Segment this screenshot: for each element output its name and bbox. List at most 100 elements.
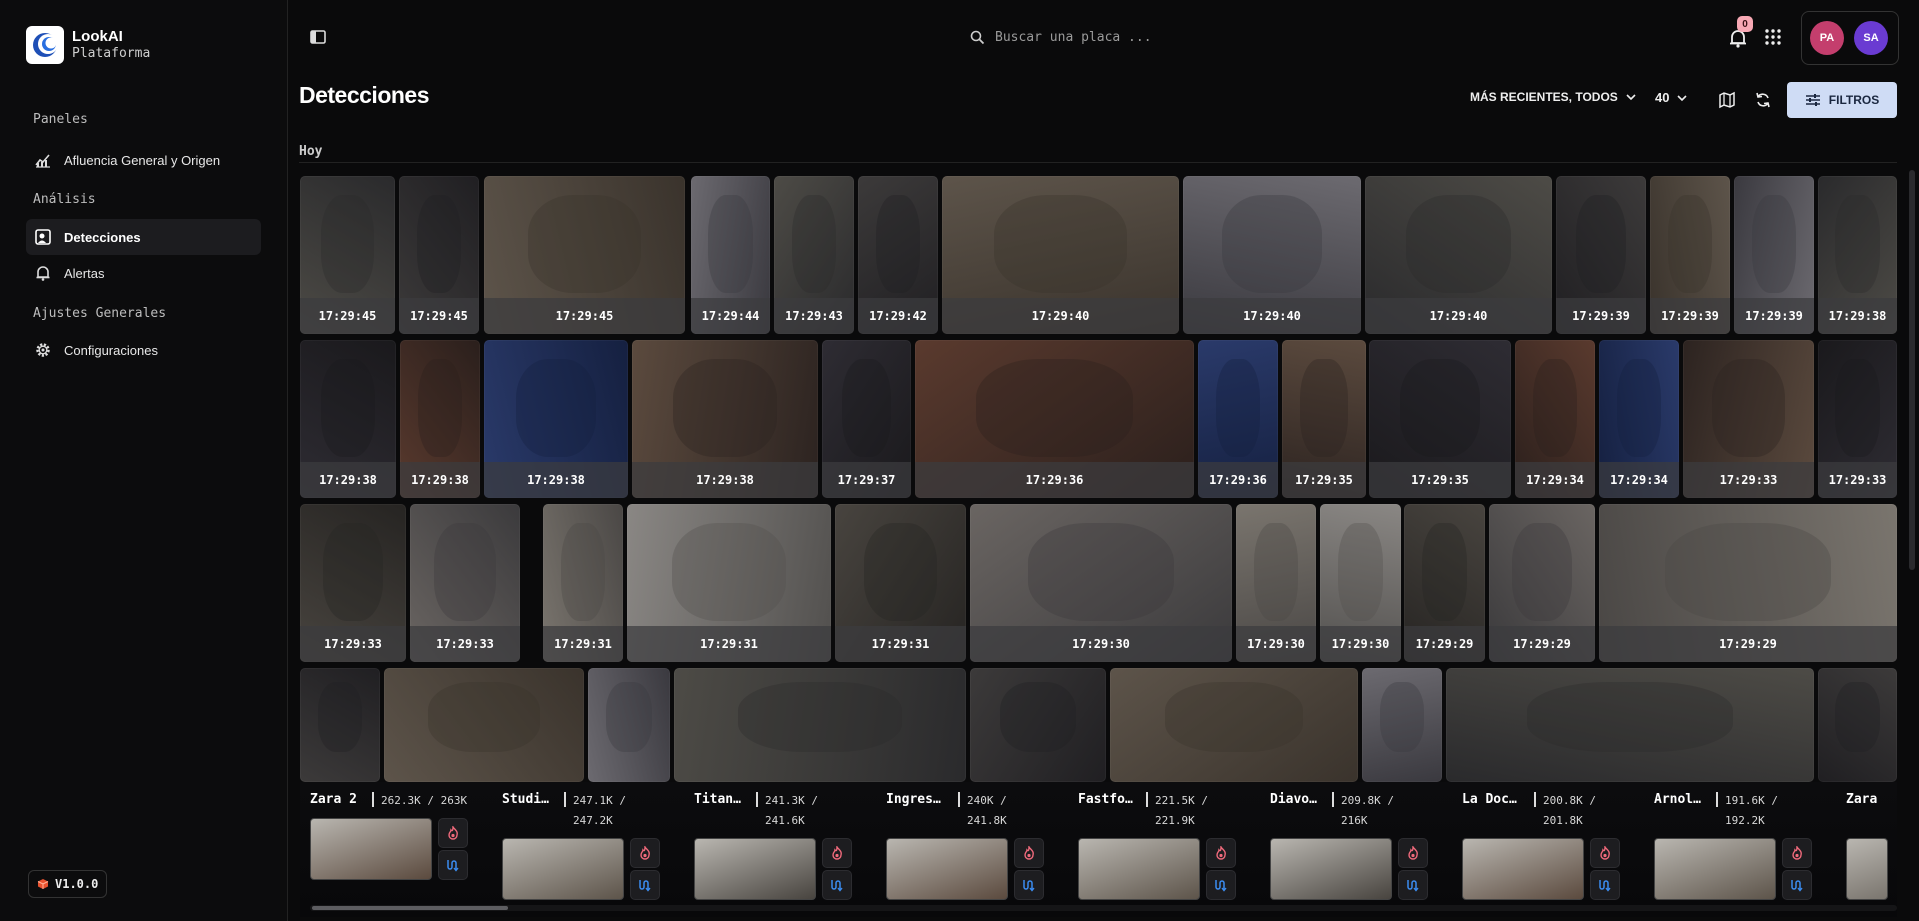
detection-tile[interactable]: 17:29:43 [774, 176, 854, 334]
detection-tile[interactable]: 17:29:39 [1556, 176, 1646, 334]
heatmap-button[interactable] [1206, 838, 1236, 868]
detection-tile[interactable]: 17:29:33 [1683, 340, 1814, 498]
paths-button[interactable] [1398, 870, 1428, 900]
detection-tile[interactable]: 17:29:45 [399, 176, 479, 334]
detection-tile[interactable]: 17:29:36 [915, 340, 1194, 498]
detection-tile[interactable]: 17:29:38 [1818, 176, 1897, 334]
location-card[interactable]: Fastfo… 221.5K / 221.9K [1078, 782, 1263, 912]
separator [564, 792, 566, 807]
detection-thumbnail [417, 358, 463, 457]
detection-tile[interactable]: 17:29:45 [484, 176, 685, 334]
detection-tile[interactable]: 17:29:37 [822, 340, 911, 498]
paths-button[interactable] [438, 850, 468, 880]
detection-time: 17:29:30 [1236, 626, 1316, 662]
location-card[interactable]: Titan… 241.3K / 241.6K [694, 782, 879, 912]
detection-tile[interactable]: 17:29:34 [1599, 340, 1679, 498]
detection-thumbnail [1253, 522, 1299, 621]
detection-thumbnail [1421, 522, 1468, 621]
detection-tile[interactable]: 17:29:30 [970, 504, 1232, 662]
detection-tile[interactable]: 17:29:36 [1198, 340, 1278, 498]
heatmap-button[interactable] [630, 838, 660, 868]
separator [756, 792, 758, 807]
detection-tile[interactable]: 17:29:39 [1650, 176, 1730, 334]
scroll-thumb[interactable] [312, 906, 508, 910]
detection-tile[interactable]: 17:29:33 [410, 504, 520, 662]
location-stats: 221.5K / 221.9K [1155, 794, 1208, 827]
flame-icon [832, 846, 842, 860]
detection-thumbnail [1164, 681, 1304, 753]
detection-tile[interactable]: 17:29:33 [1818, 340, 1897, 498]
detection-tile[interactable]: 17:29:34 [1515, 340, 1595, 498]
detection-tile[interactable]: 17:29:38 [300, 340, 396, 498]
paths-button[interactable] [630, 870, 660, 900]
route-icon [1023, 880, 1035, 892]
location-card[interactable]: Ingres… 240K / 241.8K [886, 782, 1071, 912]
detection-time: 17:29:29 [1404, 626, 1485, 662]
detection-tile[interactable]: 17:29:29 [1489, 504, 1595, 662]
detection-tile[interactable]: 17:29:30 [1320, 504, 1401, 662]
detection-tile[interactable] [588, 668, 670, 782]
detection-thumbnail [671, 522, 787, 621]
detection-tile[interactable] [1362, 668, 1442, 782]
detection-tile[interactable] [674, 668, 966, 782]
detection-tile[interactable]: 17:29:40 [1183, 176, 1361, 334]
detection-time: 17:29:31 [627, 626, 831, 662]
detection-thumbnail [320, 194, 375, 293]
detection-time: 17:29:45 [484, 298, 685, 334]
detection-thumbnail [1379, 681, 1425, 753]
heatmap-button[interactable] [438, 818, 468, 848]
heatmap-button[interactable] [1782, 838, 1812, 868]
paths-button[interactable] [822, 870, 852, 900]
vertical-scrollbar[interactable] [1909, 170, 1915, 570]
detection-tile[interactable]: 17:29:40 [942, 176, 1179, 334]
paths-button[interactable] [1014, 870, 1044, 900]
heatmap-button[interactable] [1014, 838, 1044, 868]
detection-tile[interactable] [384, 668, 584, 782]
detection-tile[interactable]: 17:29:35 [1282, 340, 1366, 498]
detection-time: 17:29:39 [1650, 298, 1730, 334]
paths-button[interactable] [1782, 870, 1812, 900]
detection-tile[interactable] [1818, 668, 1897, 782]
detection-tile[interactable]: 17:29:38 [632, 340, 818, 498]
detection-tile[interactable] [1110, 668, 1358, 782]
location-card[interactable]: Studi… 247.1K / 247.2K [502, 782, 687, 912]
locations-panel: Zara 2 262.3K / 263K Studi… 247.1K / 247.2K… [300, 782, 1897, 917]
detection-tile[interactable]: 17:29:33 [300, 504, 406, 662]
detection-tile[interactable]: 17:29:31 [627, 504, 831, 662]
location-name: Studi… [502, 792, 549, 807]
heatmap-button[interactable] [822, 838, 852, 868]
detection-thumbnail [323, 522, 383, 621]
detection-tile[interactable] [970, 668, 1106, 782]
detection-tile[interactable] [1446, 668, 1814, 782]
detection-tile[interactable]: 17:29:38 [400, 340, 480, 498]
paths-button[interactable] [1206, 870, 1236, 900]
detection-tile[interactable]: 17:29:29 [1599, 504, 1897, 662]
detection-tile[interactable]: 17:29:40 [1365, 176, 1552, 334]
detection-tile[interactable]: 17:29:29 [1404, 504, 1485, 662]
location-card[interactable]: Diavo… 209.8K / 216K [1270, 782, 1455, 912]
location-stats: 241.3K / 241.6K [765, 794, 818, 827]
detection-time: 17:29:34 [1515, 462, 1595, 498]
detection-tile[interactable]: 17:29:30 [1236, 504, 1316, 662]
location-stats: 191.6K / 192.2K [1725, 794, 1778, 827]
paths-button[interactable] [1590, 870, 1620, 900]
heatmap-button[interactable] [1590, 838, 1620, 868]
separator [1716, 792, 1718, 807]
heatmap-button[interactable] [1398, 838, 1428, 868]
detection-tile[interactable]: 17:29:42 [858, 176, 938, 334]
detection-tile[interactable] [300, 668, 380, 782]
detection-time: 17:29:37 [822, 462, 911, 498]
detection-tile[interactable]: 17:29:35 [1369, 340, 1511, 498]
location-card[interactable]: La Doc… 200.8K / 201.8K [1462, 782, 1647, 912]
location-card[interactable]: Zara [1846, 782, 1897, 912]
detection-tile[interactable]: 17:29:31 [543, 504, 623, 662]
horizontal-scrollbar[interactable] [310, 905, 1897, 911]
detection-tile[interactable]: 17:29:45 [300, 176, 395, 334]
location-card[interactable]: Zara 2 262.3K / 263K [310, 782, 495, 912]
detection-tile[interactable]: 17:29:39 [1734, 176, 1814, 334]
location-thumbnail [502, 838, 624, 900]
location-card[interactable]: Arnol… 191.6K / 192.2K [1654, 782, 1839, 912]
detection-tile[interactable]: 17:29:44 [691, 176, 770, 334]
detection-tile[interactable]: 17:29:31 [835, 504, 966, 662]
detection-tile[interactable]: 17:29:38 [484, 340, 628, 498]
